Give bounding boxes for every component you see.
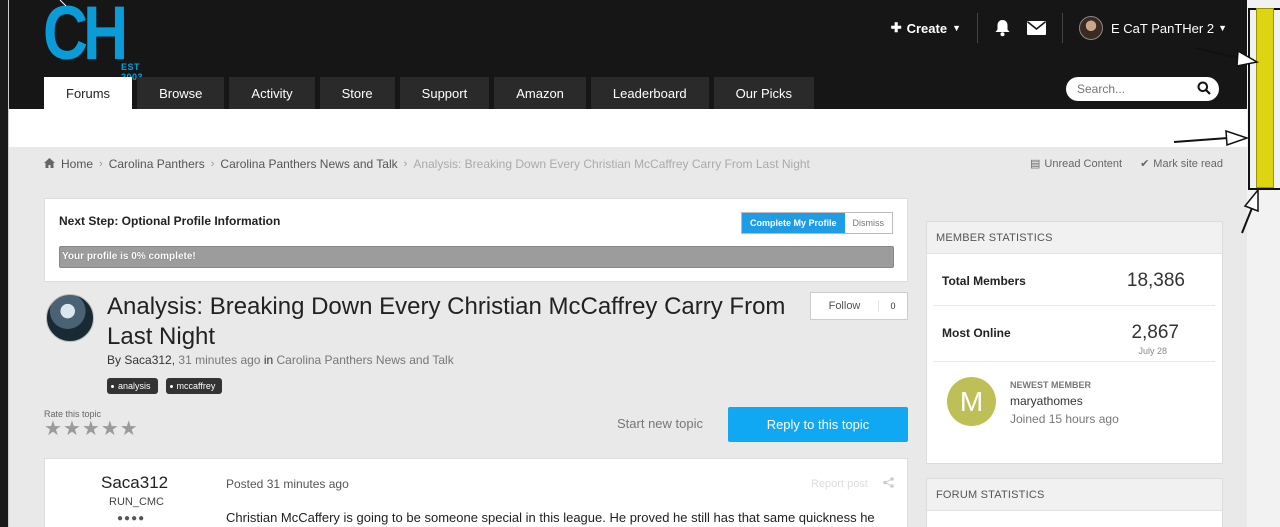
- topic-time: 31 minutes ago: [178, 353, 261, 367]
- complete-profile-button[interactable]: Complete My Profile: [741, 213, 845, 233]
- rating-stars: ★ ★ ★ ★ ★: [44, 419, 138, 439]
- most-online-date: July 28: [1138, 346, 1167, 356]
- main-nav: Forums Browse Activity Store Support Ama…: [44, 77, 814, 109]
- caret-down-icon: ▼: [1218, 23, 1227, 33]
- breadcrumb: Home › Carolina Panthers › Carolina Pant…: [44, 157, 810, 171]
- member-statistics-widget: MEMBER STATISTICS Total Members 18,386 M…: [926, 221, 1223, 464]
- breadcrumb-carolina-panthers[interactable]: Carolina Panthers: [109, 157, 205, 171]
- search-input[interactable]: [1077, 82, 1187, 96]
- topic-author-link[interactable]: Saca312,: [124, 353, 175, 367]
- chevron-right-icon: ›: [210, 158, 215, 170]
- star-icon[interactable]: ★: [82, 419, 100, 439]
- by-label: By: [107, 353, 122, 367]
- profile-progress-bar: Your profile is 0% complete!: [59, 246, 894, 268]
- tab-amazon[interactable]: Amazon: [494, 77, 586, 109]
- progress-text: Your profile is 0% complete!: [62, 251, 196, 262]
- scrollbar-thumb[interactable]: [1256, 8, 1274, 188]
- search-box: [1066, 77, 1219, 101]
- most-online-row: Most Online 2,867 July 28: [934, 306, 1215, 362]
- follow-count: 0: [890, 301, 896, 311]
- topic-forum-link[interactable]: Carolina Panthers News and Talk: [277, 353, 454, 367]
- tab-browse[interactable]: Browse: [137, 77, 225, 109]
- tab-activity[interactable]: Activity: [229, 77, 315, 109]
- tab-support[interactable]: Support: [399, 77, 490, 109]
- newest-member-avatar[interactable]: M: [947, 377, 996, 426]
- tag-mccaffrey[interactable]: mccaffrey: [165, 378, 223, 394]
- profile-step-buttons: Complete My Profile Dismiss: [740, 212, 893, 234]
- newest-member-name[interactable]: maryathomes: [1010, 394, 1083, 408]
- breadcrumb-tools: ▤ Unread Content ✔ Mark site read: [1030, 157, 1223, 171]
- tab-leaderboard[interactable]: Leaderboard: [590, 77, 709, 109]
- chevron-right-icon: ›: [99, 158, 103, 170]
- total-members-value: 18,386: [1126, 270, 1185, 291]
- unread-content-link[interactable]: ▤ Unread Content: [1030, 157, 1122, 171]
- reply-button[interactable]: Reply to this topic: [728, 407, 908, 442]
- star-icon[interactable]: ★: [63, 419, 81, 439]
- most-online-value: 2,867: [1131, 322, 1179, 343]
- plus-icon: ✚: [890, 20, 902, 35]
- follow-button[interactable]: Follow 0: [810, 292, 908, 320]
- mark-site-read-link[interactable]: ✔ Mark site read: [1140, 157, 1223, 171]
- start-new-topic-link[interactable]: Start new topic: [617, 416, 703, 431]
- star-icon[interactable]: ★: [44, 419, 62, 439]
- user-menu[interactable]: E CaT PanTHer 2 ▼: [1063, 16, 1227, 40]
- post-rank: RUN_CMC: [109, 496, 164, 508]
- post-date: Posted 31 minutes ago: [226, 477, 349, 491]
- window-frame-left: [0, 0, 9, 527]
- report-post-link[interactable]: Report post: [811, 478, 868, 490]
- profile-step-title: Next Step: Optional Profile Information: [59, 214, 281, 228]
- forum-statistics-title: FORUM STATISTICS: [927, 479, 1222, 511]
- post-author[interactable]: Saca312: [101, 473, 168, 493]
- newspaper-icon: ▤: [1030, 158, 1041, 170]
- topic-meta: By Saca312, 31 minutes ago in Carolina P…: [107, 353, 454, 367]
- tab-our-picks[interactable]: Our Picks: [713, 77, 814, 109]
- in-label: in: [263, 353, 274, 367]
- post-reputation-pips: ●●●●: [117, 513, 146, 524]
- search-icon[interactable]: [1197, 81, 1211, 98]
- follow-label: Follow: [811, 300, 879, 312]
- bell-icon[interactable]: [986, 13, 1020, 43]
- avatar: [1078, 16, 1103, 40]
- newest-member-joined: Joined 15 hours ago: [1010, 412, 1119, 426]
- tab-forums[interactable]: Forums: [44, 77, 133, 109]
- breadcrumb-current: Analysis: Breaking Down Every Christian …: [413, 157, 810, 171]
- user-actions: ✚ Create ▼ E CaT PanTHer 2 ▼: [891, 13, 1227, 43]
- breadcrumb-home[interactable]: Home: [61, 157, 93, 171]
- breadcrumb-news-and-talk[interactable]: Carolina Panthers News and Talk: [220, 157, 397, 171]
- home-icon: [44, 157, 55, 171]
- topic-tags: analysis mccaffrey: [107, 378, 223, 394]
- post: Saca312 RUN_CMC ●●●● Posted 31 minutes a…: [44, 458, 908, 527]
- star-icon[interactable]: ★: [101, 419, 119, 439]
- member-statistics-title: MEMBER STATISTICS: [927, 222, 1222, 254]
- total-members-label: Total Members: [942, 274, 1026, 288]
- site-header: CH EST 2003 ✚ Create ▼ E CaT PanTHer 2 ▼…: [9, 0, 1247, 109]
- chevron-right-icon: ›: [403, 158, 408, 170]
- total-members-row: Total Members 18,386: [934, 254, 1215, 306]
- create-label: Create: [906, 20, 948, 36]
- share-icon[interactable]: [883, 477, 894, 491]
- star-icon[interactable]: ★: [120, 419, 138, 439]
- post-body: Christian McCaffery is going to be someo…: [226, 510, 875, 525]
- create-button[interactable]: ✚ Create ▼: [891, 13, 978, 43]
- header-band: [9, 109, 1247, 147]
- logo-text: CH: [43, 0, 128, 76]
- newest-member-tag: NEWEST MEMBER: [1010, 380, 1091, 390]
- page-title: Analysis: Breaking Down Every Christian …: [107, 293, 786, 350]
- author-avatar[interactable]: [46, 294, 94, 342]
- tag-analysis[interactable]: analysis: [107, 378, 158, 394]
- check-icon: ✔: [1140, 158, 1150, 170]
- forum-statistics-widget: FORUM STATISTICS: [926, 478, 1223, 527]
- caret-down-icon: ▼: [952, 23, 961, 33]
- mail-icon[interactable]: [1020, 13, 1054, 43]
- tab-store[interactable]: Store: [319, 77, 395, 109]
- dismiss-button[interactable]: Dismiss: [844, 213, 892, 233]
- profile-step-box: Next Step: Optional Profile Information …: [44, 198, 908, 282]
- user-name: E CaT PanTHer 2: [1110, 20, 1215, 36]
- most-online-label: Most Online: [942, 326, 1011, 340]
- newest-member: M NEWEST MEMBER maryathomes Joined 15 ho…: [934, 362, 1215, 438]
- site-logo[interactable]: CH EST 2003: [43, 0, 163, 82]
